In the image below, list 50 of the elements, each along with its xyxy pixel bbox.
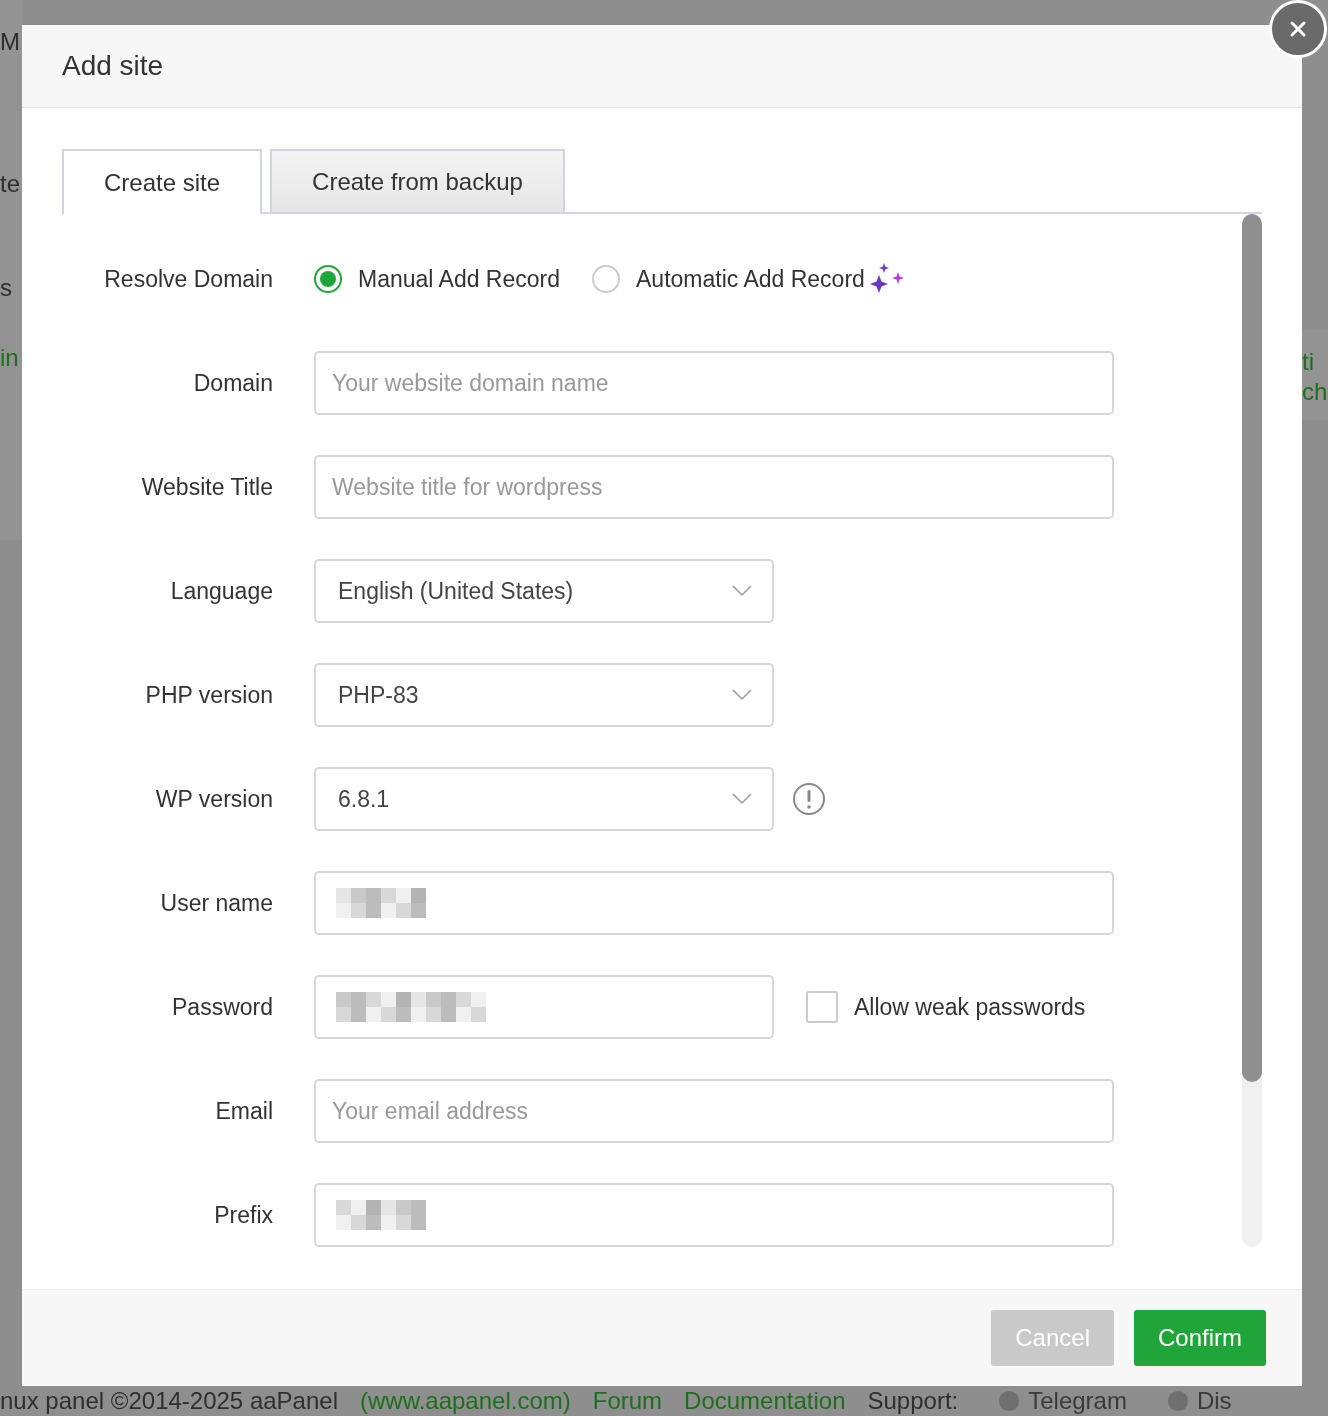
tab[interactable]: Create site [62,149,263,214]
checkbox-label[interactable]: Allow weak passwords [854,993,1086,1021]
background-text: ti [1302,348,1314,376]
radio-label[interactable]: Manual Add Record [358,265,560,293]
close-button[interactable] [1269,0,1327,58]
background-text: ch [1302,378,1328,406]
chevron-down-icon [732,585,752,597]
chevron-down-icon [732,689,752,701]
field-label: PHP version [144,681,273,709]
background-text: te [0,170,20,198]
footer-link[interactable]: Documentation [684,1387,846,1415]
radio-button[interactable] [314,265,342,293]
footer-link[interactable]: (www.aapanel.com) [359,1387,571,1415]
field-label: Email [214,1097,273,1125]
radio-button[interactable] [592,265,620,293]
input-field[interactable]: Your email address [314,1079,1114,1143]
input-field[interactable] [314,975,774,1039]
footer-text: nux panel ©2014-2025 aaPanel [0,1387,338,1415]
field-label: Language [169,577,273,605]
field-label: Domain [192,369,273,397]
input-field[interactable]: Your website domain name [314,351,1114,415]
footer-link[interactable]: Forum [592,1387,663,1415]
input-field[interactable] [314,871,1114,935]
input-field[interactable] [314,1183,1114,1247]
field-label: Website Title [140,473,273,501]
input-field[interactable]: Website title for wordpress [314,455,1114,519]
background-text: in [0,344,19,372]
checkbox[interactable] [806,991,838,1023]
select-field[interactable]: PHP-83 [314,663,774,727]
radio-label[interactable]: Automatic Add Record [636,265,865,293]
select-field[interactable]: English (United States) [314,559,774,623]
field-label: Password [171,993,273,1021]
info-icon[interactable] [792,782,826,816]
confirm-button[interactable]: Confirm [1134,1310,1266,1366]
field-label: User name [159,889,273,917]
social-icon [1166,1390,1189,1412]
background-text: s [0,274,12,302]
scrollbar[interactable] [1242,214,1262,1247]
tab[interactable]: Create from backup [270,149,565,212]
footer-text: Support: [867,1387,959,1415]
social-icon [998,1390,1021,1412]
field-label: WP version [154,785,273,813]
background-text: M [0,28,20,56]
footer-link[interactable]: Dis [1196,1387,1232,1415]
dialog-title: Add site [62,50,164,82]
chevron-down-icon [732,793,752,805]
field-label: Resolve Domain [103,265,273,293]
footer-link[interactable]: Telegram [1028,1387,1127,1415]
field-label: Prefix [213,1201,273,1229]
select-field[interactable]: 6.8.1 [314,767,774,831]
